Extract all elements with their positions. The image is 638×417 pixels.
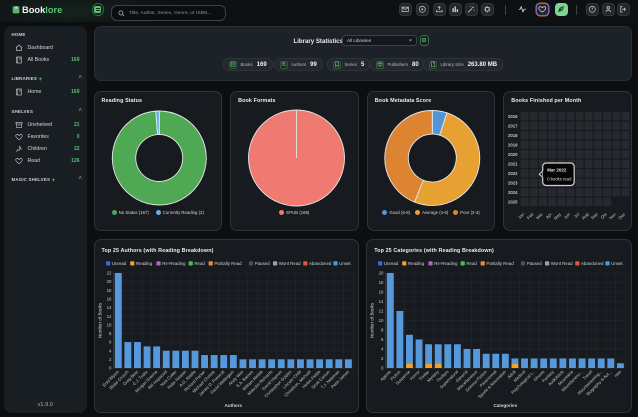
svg-text:Jan: Jan [517,211,526,220]
svg-text:Categories: Categories [494,403,518,408]
svg-text:new: new [613,368,623,378]
svg-text:8: 8 [381,328,384,333]
svg-text:Wont Read: Wont Read [278,261,300,266]
svg-text:6: 6 [109,340,112,345]
svg-text:Jun: Jun [563,211,572,220]
svg-text:Feb: Feb [526,211,535,220]
svg-text:10: 10 [106,322,111,327]
svg-text:Unread: Unread [111,261,126,266]
svg-text:2023: 2023 [508,180,518,185]
svg-text:Partially Read: Partially Read [214,261,242,266]
svg-text:Apr: Apr [545,211,554,220]
svg-text:16: 16 [379,290,384,295]
svg-text:18: 18 [106,288,111,293]
svg-text:Re-Reading: Re-Reading [434,261,458,266]
svg-text:Number of Books: Number of Books [370,302,375,338]
svg-text:Mar 2022: Mar 2022 [547,167,567,172]
svg-text:Unset: Unset [611,261,623,266]
svg-text:2018: 2018 [508,133,518,138]
svg-text:14: 14 [106,305,111,310]
svg-text:8: 8 [109,331,112,336]
svg-text:Number of Books: Number of Books [97,302,102,338]
svg-text:20: 20 [379,271,384,276]
svg-text:2024: 2024 [508,190,518,195]
svg-text:12: 12 [379,309,384,314]
svg-text:2016: 2016 [508,114,518,119]
svg-text:2025: 2025 [508,199,518,204]
svg-text:0: 0 [381,366,384,371]
svg-text:Aug: Aug [581,211,590,220]
svg-text:Re-Reading: Re-Reading [162,261,186,266]
svg-text:Sep: Sep [590,211,599,220]
svg-text:12: 12 [106,314,111,319]
svg-text:Authors: Authors [224,403,242,408]
svg-text:Unread: Unread [384,261,399,266]
svg-text:18: 18 [379,280,384,285]
svg-text:22: 22 [106,271,111,276]
svg-text:2020: 2020 [508,152,518,157]
svg-text:Paused: Paused [527,261,542,266]
svg-text:Jul: Jul [573,212,580,219]
svg-text:Abandoned: Abandoned [308,261,331,266]
svg-text:2: 2 [381,356,384,361]
svg-text:Reading: Reading [135,261,152,266]
svg-text:Paused: Paused [254,261,269,266]
svg-text:Read: Read [194,261,205,266]
svg-text:May: May [553,211,563,221]
svg-text:Nov: Nov [608,211,617,220]
svg-text:Read: Read [467,261,478,266]
svg-text:2019: 2019 [508,142,518,147]
svg-text:10: 10 [379,318,384,323]
svg-text:Oct: Oct [600,211,609,220]
svg-text:16: 16 [106,297,111,302]
svg-text:Mar: Mar [535,211,544,220]
svg-text:0 books read: 0 books read [547,176,572,181]
svg-text:Partially Read: Partially Read [487,261,515,266]
svg-text:4: 4 [381,347,384,352]
svg-text:Abandoned: Abandoned [581,261,604,266]
svg-text:2017: 2017 [508,123,518,128]
svg-text:2: 2 [109,357,112,362]
svg-text:Unset: Unset [339,261,351,266]
svg-text:Dec: Dec [618,212,627,221]
svg-text:2021: 2021 [508,161,518,166]
svg-text:6: 6 [381,337,384,342]
svg-text:Reading: Reading [408,261,425,266]
svg-text:2022: 2022 [508,171,518,176]
svg-text:14: 14 [379,299,384,304]
svg-text:4: 4 [109,348,112,353]
svg-text:0: 0 [109,366,112,371]
svg-text:Wont Read: Wont Read [551,261,573,266]
svg-text:20: 20 [106,279,111,284]
